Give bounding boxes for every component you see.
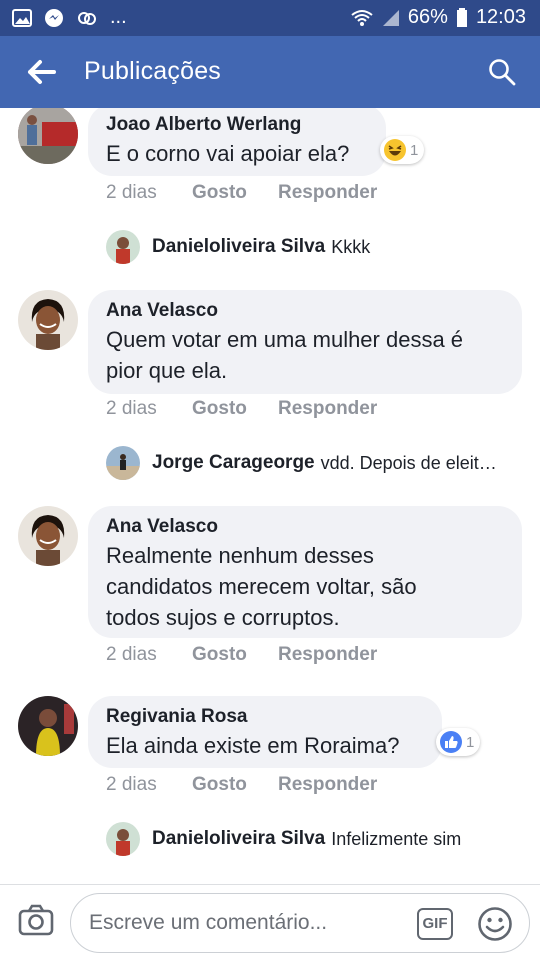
reaction-count: 1 bbox=[410, 141, 419, 159]
comment-time: 2 dias bbox=[106, 774, 157, 795]
gif-button[interactable]: GIF bbox=[417, 908, 453, 940]
reply-author[interactable]: Danieloliveira Silva bbox=[152, 828, 325, 850]
comment-time: 2 dias bbox=[106, 398, 157, 419]
comment-text-line: Quem votar em uma mulher dessa é bbox=[106, 327, 464, 352]
avatar[interactable] bbox=[18, 696, 78, 756]
comment-bubble[interactable]: Ana Velasco Quem votar em uma mulher des… bbox=[88, 290, 522, 394]
comment-author[interactable]: Regivania Rosa bbox=[106, 706, 424, 728]
avatar[interactable] bbox=[18, 108, 78, 164]
reply-text: vdd. Depois de eleit… bbox=[320, 452, 497, 473]
comment-actions: 2 dias Gosto Responder bbox=[106, 398, 377, 420]
avatar[interactable] bbox=[106, 446, 140, 480]
reply-button[interactable]: Responder bbox=[278, 644, 377, 666]
status-icons-left: ... bbox=[12, 6, 127, 29]
avatar[interactable] bbox=[18, 290, 78, 350]
reply-author[interactable]: Jorge Carageorge bbox=[152, 452, 315, 474]
reply-button[interactable]: Responder bbox=[278, 774, 377, 796]
search-icon[interactable] bbox=[488, 58, 516, 86]
comments-list[interactable]: Joao Alberto Werlang E o corno vai apoia… bbox=[0, 108, 540, 884]
reaction-count: 1 bbox=[466, 733, 475, 751]
reaction-badge[interactable]: 1 bbox=[436, 728, 481, 756]
reply-text: Kkkk bbox=[331, 236, 371, 257]
battery-percent: 66% bbox=[407, 6, 448, 28]
avatar[interactable] bbox=[106, 230, 140, 264]
battery-icon bbox=[456, 7, 467, 27]
comment-bubble[interactable]: Regivania Rosa Ela ainda existe em Rorai… bbox=[88, 696, 442, 768]
app-bar: Publicações bbox=[0, 36, 540, 108]
comment-text-line: todos sujos e corruptos. bbox=[106, 605, 340, 630]
comment-actions: 2 dias Gosto Responder bbox=[106, 644, 377, 666]
like-button[interactable]: Gosto bbox=[192, 774, 278, 796]
signal-icon bbox=[382, 9, 399, 26]
like-button[interactable]: Gosto bbox=[192, 182, 278, 204]
comment-actions: 2 dias Gosto Responder bbox=[106, 774, 377, 796]
sticker-icon[interactable] bbox=[477, 906, 513, 942]
gallery-icon bbox=[12, 8, 32, 27]
comment-actions: 2 dias Gosto Responder bbox=[106, 182, 377, 204]
reply-preview[interactable]: Danieloliveira Silva Kkkk bbox=[106, 230, 370, 264]
reply-preview[interactable]: Jorge Carageorge vdd. Depois de eleit… bbox=[106, 446, 497, 480]
comment-text-line: candidatos merecem voltar, são bbox=[106, 574, 417, 599]
reply-text: Infelizmente sim bbox=[331, 828, 462, 849]
camera-icon[interactable] bbox=[18, 903, 54, 937]
reaction-badge[interactable]: 1 bbox=[380, 136, 425, 164]
reply-button[interactable]: Responder bbox=[278, 182, 377, 204]
avatar[interactable] bbox=[18, 506, 78, 566]
comment-time: 2 dias bbox=[106, 182, 157, 203]
status-more: ... bbox=[110, 6, 127, 28]
haha-icon bbox=[384, 139, 406, 161]
wifi-icon bbox=[351, 9, 373, 26]
like-icon bbox=[440, 731, 462, 753]
comment-text: E o corno vai apoiar ela? bbox=[106, 141, 350, 166]
reply-button[interactable]: Responder bbox=[278, 398, 377, 420]
page-title: Publicações bbox=[84, 57, 222, 85]
like-button[interactable]: Gosto bbox=[192, 644, 278, 666]
comment-text-line: pior que ela. bbox=[106, 358, 228, 383]
comment-author[interactable]: Ana Velasco bbox=[106, 516, 504, 538]
status-time: 12:03 bbox=[475, 6, 526, 28]
comment-bubble[interactable]: Ana Velasco Realmente nenhum desses cand… bbox=[88, 506, 522, 638]
cloud-icon bbox=[78, 11, 96, 25]
reply-preview[interactable]: Danieloliveira Silva Infelizmente sim bbox=[106, 822, 461, 856]
comment-author[interactable]: Ana Velasco bbox=[106, 300, 504, 322]
comment-input-placeholder: Escreve um comentário... bbox=[89, 911, 328, 934]
status-bar: ... 66% 12:03 bbox=[0, 0, 540, 36]
comment-time: 2 dias bbox=[106, 644, 157, 665]
messenger-icon bbox=[45, 8, 63, 27]
back-arrow-icon[interactable] bbox=[26, 56, 58, 88]
comment-composer: Escreve um comentário... GIF bbox=[0, 884, 540, 960]
comment-text-line: Realmente nenhum desses bbox=[106, 543, 374, 568]
like-button[interactable]: Gosto bbox=[192, 398, 278, 420]
status-icons-right: 66% 12:03 bbox=[350, 6, 526, 29]
comment-input[interactable]: Escreve um comentário... GIF bbox=[70, 893, 530, 953]
reply-author[interactable]: Danieloliveira Silva bbox=[152, 236, 325, 258]
comment-bubble[interactable]: Joao Alberto Werlang E o corno vai apoia… bbox=[88, 108, 386, 176]
comment-author[interactable]: Joao Alberto Werlang bbox=[106, 114, 368, 136]
avatar[interactable] bbox=[106, 822, 140, 856]
comment-text: Ela ainda existe em Roraima? bbox=[106, 733, 400, 758]
